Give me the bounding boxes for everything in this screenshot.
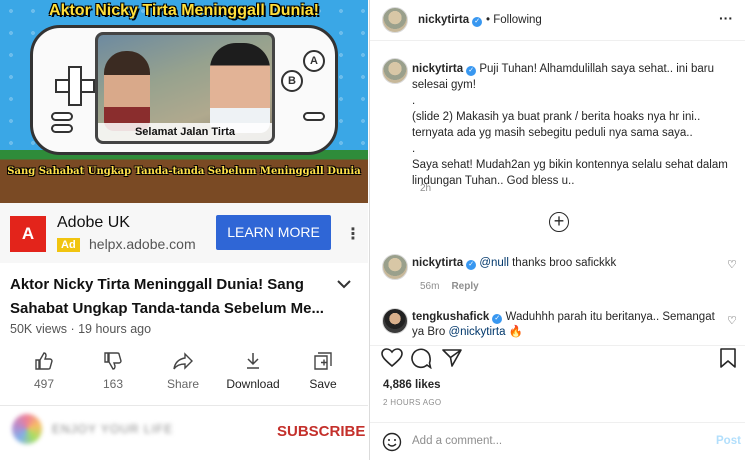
video-thumbnail[interactable]: Selamat Jalan Tirta A B Aktor Nicky Tirt…: [0, 0, 368, 203]
select-button-icon: [51, 112, 73, 121]
console-screen: Selamat Jalan Tirta: [95, 32, 275, 144]
thumbnail-subtitle: Sang Sahabat Ungkap Tanda-tanda Sebelum …: [7, 166, 361, 177]
comment-mention[interactable]: @null: [479, 257, 509, 269]
caption-username[interactable]: nickytirta: [412, 63, 463, 75]
post-timestamp: 2 HOURS AGO: [383, 398, 442, 407]
video-meta: 50K views · 19 hours ago: [10, 322, 152, 336]
channel-row: ENJOY YOUR LIFE SUBSCRIBE: [0, 405, 368, 460]
download-button[interactable]: Download: [221, 348, 285, 393]
channel-avatar[interactable]: [12, 414, 42, 444]
following-label: Following: [493, 14, 542, 26]
video-title[interactable]: Aktor Nicky Tirta Meninggall Dunia! Sang…: [10, 273, 330, 321]
dislike-count: 163: [102, 377, 124, 391]
ad-badge: Ad: [57, 238, 80, 252]
verified-badge-icon: ✓: [466, 66, 477, 76]
share-button[interactable]: Share: [151, 348, 215, 393]
ad-domain: helpx.adobe.com: [89, 236, 196, 252]
post-header: nickytirta ✓ • Following ···: [370, 0, 745, 41]
like-count[interactable]: 4,886 likes: [383, 379, 441, 391]
comment-input[interactable]: Add a comment...: [412, 435, 502, 447]
person-photo-right: [210, 43, 270, 133]
like-count: 497: [33, 377, 55, 391]
load-more-comments-icon[interactable]: +: [549, 212, 569, 232]
screenshot-root: Selamat Jalan Tirta A B Aktor Nicky Tirt…: [0, 0, 745, 460]
ad-banner[interactable]: A Adobe UK Ad helpx.adobe.com LEARN MORE…: [0, 203, 368, 263]
more-options-icon[interactable]: ···: [719, 10, 733, 26]
save-playlist-icon: [314, 352, 332, 370]
comment-mention[interactable]: @nickytirta: [448, 326, 505, 338]
post-actions: [370, 345, 745, 373]
comment: nickytirta ✓ @null thanks broo safickkk: [412, 256, 722, 271]
share-icon: [173, 352, 193, 370]
caption-line-4: .: [412, 143, 416, 155]
add-comment-bar: Add a comment... Post: [370, 422, 745, 460]
thumbnail-title: Aktor Nicky Tirta Meninggall Dunia!: [49, 2, 319, 19]
header-avatar[interactable]: [382, 7, 408, 33]
header-username-text: nickytirta: [418, 14, 470, 26]
share-plane-icon[interactable]: [442, 348, 462, 368]
comment-like-heart-icon[interactable]: ♡: [727, 314, 737, 327]
game-console-frame: Selamat Jalan Tirta A B: [30, 25, 338, 155]
comment-avatar[interactable]: [382, 254, 408, 280]
thumbs-down-icon: [104, 352, 122, 370]
verified-badge-icon: ✓: [472, 17, 483, 27]
fire-emoji: 🔥: [508, 326, 524, 338]
comment: tengkushafick ✓ Waduhhh parah itu beritan…: [412, 310, 722, 340]
verified-badge-icon: ✓: [466, 260, 477, 270]
verified-badge-icon: ✓: [492, 314, 503, 324]
console-button-a-icon: A: [303, 50, 325, 72]
console-button-b-icon: B: [281, 70, 303, 92]
emoji-smiley-icon[interactable]: [382, 432, 402, 452]
comment-bubble-icon[interactable]: [411, 348, 432, 369]
comment-avatar[interactable]: [382, 308, 408, 334]
caption-time[interactable]: 2h: [420, 183, 431, 194]
caption-line-2: .: [412, 95, 416, 107]
person-photo-left: [104, 51, 150, 131]
console-speaker-icon: [303, 112, 325, 121]
comment-username[interactable]: nickytirta: [412, 257, 463, 269]
following-button[interactable]: • Following: [486, 14, 542, 26]
post-comment-button[interactable]: Post: [716, 435, 741, 447]
caption-line-3: (slide 2) Makasih ya buat prank / berita…: [412, 111, 701, 139]
comment-like-heart-icon[interactable]: ♡: [727, 258, 737, 271]
reply-button[interactable]: Reply: [451, 281, 478, 292]
download-icon: [247, 353, 259, 369]
ad-more-icon[interactable]: ⋮: [345, 224, 361, 244]
comment-text: thanks broo safickkk: [508, 257, 617, 269]
thumbnail-caption: Selamat Jalan Tirta: [98, 123, 272, 141]
channel-name[interactable]: ENJOY YOUR LIFE: [52, 422, 173, 436]
start-button-icon: [51, 124, 73, 133]
thumbs-up-icon: [35, 352, 53, 370]
youtube-panel: Selamat Jalan Tirta A B Aktor Nicky Tirt…: [0, 0, 368, 460]
ad-advertiser: Adobe UK: [57, 214, 130, 231]
like-heart-icon[interactable]: [381, 348, 403, 368]
save-button[interactable]: Save: [291, 348, 355, 393]
header-username[interactable]: nickytirta ✓: [418, 14, 483, 27]
dislike-button[interactable]: 163: [81, 348, 145, 393]
save-label: Save: [309, 377, 337, 391]
caption-line-5: Saya sehat! Mudah2an yg bikin kontennya …: [412, 159, 728, 187]
share-label: Share: [166, 377, 200, 391]
expand-chevron-icon[interactable]: [337, 276, 351, 294]
adobe-logo-icon: A: [10, 216, 46, 252]
subscribe-button[interactable]: SUBSCRIBE: [277, 423, 365, 440]
caption-avatar[interactable]: [382, 58, 408, 84]
like-button[interactable]: 497: [12, 348, 76, 393]
comment-meta: 56m Reply: [420, 281, 479, 292]
dpad-icon: [55, 66, 95, 106]
post-caption: nickytirta ✓ Puji Tuhan! Alhamdulillah sa…: [412, 61, 736, 189]
instagram-panel: nickytirta ✓ • Following ··· nickytirta ✓ …: [369, 0, 745, 460]
download-label: Download: [226, 377, 280, 391]
comment-time: 56m: [420, 281, 440, 292]
video-actions: 497 163 Share Download Save: [0, 348, 368, 396]
bookmark-icon[interactable]: [720, 348, 736, 368]
comment-username[interactable]: tengkushafick: [412, 311, 489, 323]
learn-more-button[interactable]: LEARN MORE: [216, 215, 331, 250]
